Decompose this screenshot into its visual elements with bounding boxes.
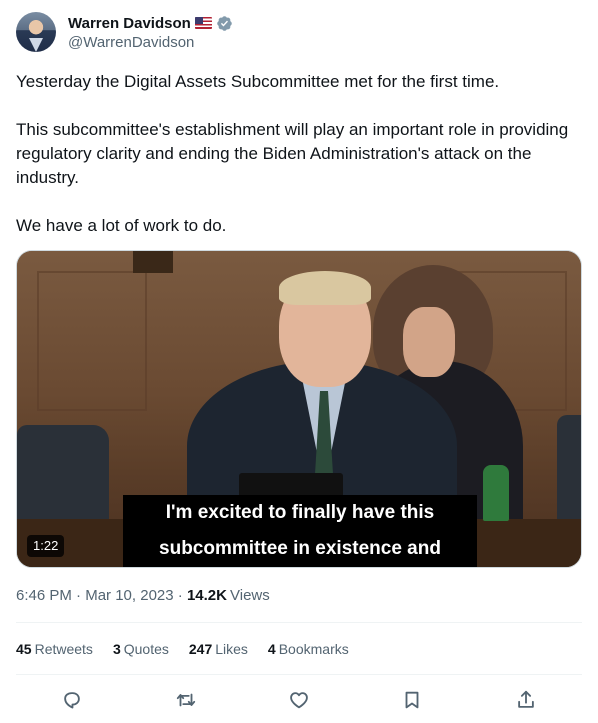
author-name-row: Warren Davidson [68,13,233,33]
avatar[interactable] [16,12,56,52]
bookmark-icon [405,691,419,709]
author-handle[interactable]: @WarrenDavidson [68,34,194,51]
meta-separator: · [71,587,86,604]
quotes-count: 3 [112,641,121,657]
speaker-hair [279,271,371,305]
retweet-button[interactable] [172,686,200,714]
verified-badge-icon[interactable] [216,15,233,32]
bookmarks-stat[interactable]: 4 Bookmarks [268,640,349,658]
retweets-count: 45 [16,641,32,657]
author-name[interactable]: Warren Davidson [68,15,191,32]
like-button[interactable] [285,686,313,714]
divider [16,674,582,675]
tweet-time[interactable]: 6:46 PM [16,587,72,604]
person-background-face [403,307,455,377]
divider [16,622,582,623]
views-count: 14.2K [186,587,227,604]
quotes-stat[interactable]: 3 Quotes [113,640,169,658]
quotes-label: Quotes [123,641,169,657]
likes-label: Likes [215,641,248,657]
engagement-stats: 45 Retweets 3 Quotes 247 Likes 4 Bookmarks [16,640,349,658]
ceiling-fixture [133,251,173,273]
chair [557,415,581,525]
tweet-text: Yesterday the Digital Assets Subcommitte… [16,72,569,235]
retweets-label: Retweets [34,641,93,657]
chair [17,425,109,525]
retweet-icon [176,693,196,707]
bookmark-button[interactable] [398,686,426,714]
reply-icon [64,692,80,709]
video-caption-line-2: subcommittee in existence and [123,531,477,567]
views-label: Views [230,587,270,604]
us-flag-icon [194,17,212,29]
share-icon [518,690,534,708]
share-button[interactable] [512,686,540,714]
likes-count: 247 [188,641,213,657]
reply-button[interactable] [58,686,86,714]
likes-stat[interactable]: 247 Likes [189,640,248,658]
tweet-date[interactable]: Mar 10, 2023 [85,587,173,604]
tweet-header: Warren Davidson @WarrenDavidson [16,12,582,56]
tweet-meta: 6:46 PM · Mar 10, 2023 · 14.2K Views [16,586,270,606]
retweets-stat[interactable]: 45 Retweets [16,640,93,658]
like-icon [290,692,308,709]
water-bottle [483,465,509,521]
bookmarks-count: 4 [267,641,276,657]
action-bar [16,686,582,714]
meta-separator: · [173,587,187,604]
video-duration-badge: 1:22 [27,535,65,557]
bookmarks-label: Bookmarks [278,641,349,657]
video-player[interactable]: I'm excited to finally have this subcomm… [16,250,582,568]
video-caption-line-1: I'm excited to finally have this [123,495,477,531]
wall-panel [37,271,147,411]
